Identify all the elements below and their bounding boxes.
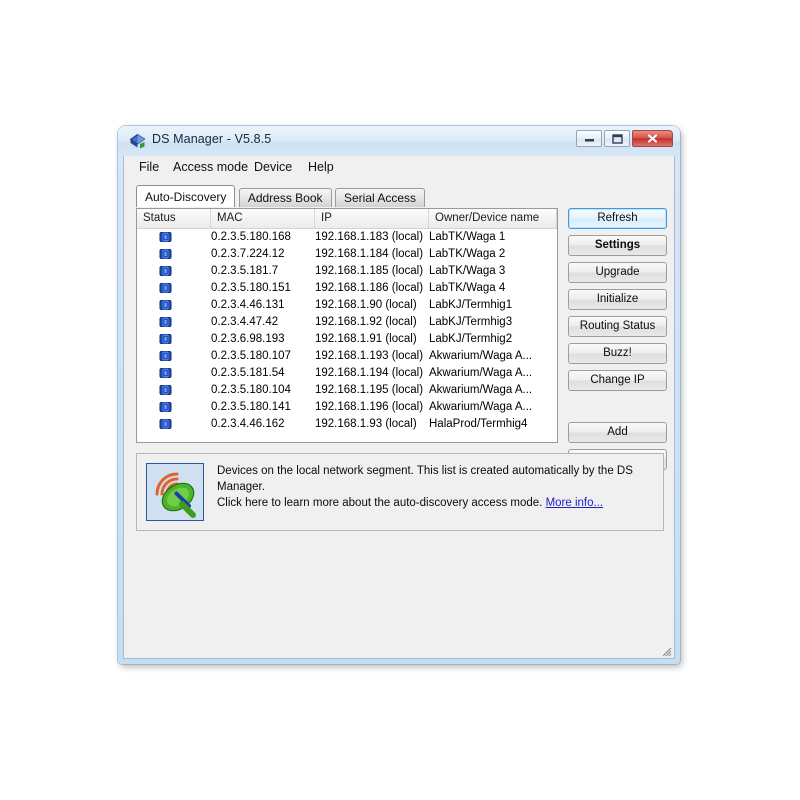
table-row[interactable]: 0.2.3.5.181.54 192.168.1.194 (local) Akwar… bbox=[137, 365, 557, 382]
cell-owner-value: LabTK/Waga 2 bbox=[429, 248, 506, 260]
table-row[interactable]: 0.2.3.5.181.7 192.168.1.185 (local) LabTK/… bbox=[137, 263, 557, 280]
cell-owner-value: Akwarium/Waga A... bbox=[429, 401, 533, 413]
cell-ip-value: 192.168.1.184 (local) bbox=[315, 248, 424, 260]
info-text: Devices on the local network segment. Th… bbox=[217, 463, 653, 511]
cell-ip-value: 192.168.1.195 (local) bbox=[315, 384, 424, 396]
cell-mac-value: 0.2.3.5.180.104 bbox=[211, 384, 291, 396]
column-header-ip[interactable]: IP bbox=[315, 209, 429, 228]
settings-button[interactable]: Settings bbox=[568, 235, 667, 256]
cell-ip-value: 192.168.1.90 (local) bbox=[315, 299, 417, 311]
change-ip-button[interactable]: Change IP bbox=[568, 370, 667, 391]
table-row[interactable]: 0.2.3.4.46.131 192.168.1.90 (local) LabKJ/… bbox=[137, 297, 557, 314]
cell-ip-value: 192.168.1.92 (local) bbox=[315, 316, 417, 328]
menu-bar: File Access mode Device Help bbox=[124, 156, 674, 179]
info-line-2: Click here to learn more about the auto-… bbox=[217, 497, 543, 509]
menu-item-access-mode[interactable]: Access mode bbox=[168, 159, 253, 175]
ds-manager-diamond-icon bbox=[129, 133, 146, 150]
cell-mac-value: 0.2.3.5.180.141 bbox=[211, 401, 291, 413]
cell-mac-value: 0.2.3.5.181.54 bbox=[211, 367, 285, 379]
upgrade-button[interactable]: Upgrade bbox=[568, 262, 667, 283]
menu-item-device[interactable]: Device bbox=[249, 159, 297, 175]
close-button[interactable] bbox=[632, 130, 673, 147]
table-row[interactable]: 0.2.3.5.180.168 192.168.1.183 (local) LabT… bbox=[137, 229, 557, 246]
application-window: DS Manager - V5.8.5 File Access mode Dev… bbox=[118, 126, 680, 664]
list-column-headers: Status MAC IP Owner/Device name bbox=[137, 209, 557, 229]
table-row[interactable]: 0.2.3.5.180.141 192.168.1.196 (local) Akwa… bbox=[137, 399, 557, 416]
cell-mac-value: 0.2.3.4.47.42 bbox=[211, 316, 279, 328]
cell-owner-value: LabTK/Waga 1 bbox=[429, 231, 506, 243]
cell-ip-value: 192.168.1.185 (local) bbox=[315, 265, 424, 277]
tab-strip: Auto-Discovery Address Book Serial Acces… bbox=[136, 185, 426, 208]
table-row[interactable]: 0.2.3.5.180.104 192.168.1.195 (local) Akwa… bbox=[137, 382, 557, 399]
cell-mac-value: 0.2.3.5.180.151 bbox=[211, 282, 291, 294]
cell-ip-value: 192.168.1.194 (local) bbox=[315, 367, 424, 379]
device-list[interactable]: Status MAC IP Owner/Device name 0.2.3.5.… bbox=[136, 208, 558, 443]
cell-ip-value: 192.168.1.183 (local) bbox=[315, 231, 424, 243]
cell-mac-value: 0.2.3.6.98.193 bbox=[211, 333, 285, 345]
maximize-button[interactable] bbox=[604, 130, 630, 147]
buzz-button[interactable]: Buzz! bbox=[568, 343, 667, 364]
cell-mac-value: 0.2.3.7.224.12 bbox=[211, 248, 285, 260]
table-row[interactable]: 0.2.3.5.180.107 192.168.1.193 (local) Akwa… bbox=[137, 348, 557, 365]
device-icon bbox=[159, 418, 172, 435]
initialize-button[interactable]: Initialize bbox=[568, 289, 667, 310]
window-title: DS Manager - V5.8.5 bbox=[152, 132, 272, 146]
cell-owner-value: Akwarium/Waga A... bbox=[429, 350, 533, 362]
title-bar[interactable]: DS Manager - V5.8.5 bbox=[118, 126, 680, 156]
satellite-dish-icon bbox=[146, 463, 204, 521]
table-row[interactable]: 0.2.3.7.224.12 192.168.1.184 (local) LabTK… bbox=[137, 246, 557, 263]
cell-owner-value: Akwarium/Waga A... bbox=[429, 384, 533, 396]
cell-ip-value: 192.168.1.91 (local) bbox=[315, 333, 417, 345]
table-row[interactable]: 0.2.3.5.180.151 192.168.1.186 (local) LabT… bbox=[137, 280, 557, 297]
table-row[interactable]: 0.2.3.6.98.193 192.168.1.91 (local) LabKJ/… bbox=[137, 331, 557, 348]
cell-mac-value: 0.2.3.5.180.168 bbox=[211, 231, 291, 243]
column-header-status[interactable]: Status bbox=[137, 209, 211, 228]
menu-item-help[interactable]: Help bbox=[303, 159, 339, 175]
cell-mac-value: 0.2.3.4.46.162 bbox=[211, 418, 285, 430]
cell-owner-value: HalaProd/Termhig4 bbox=[429, 418, 528, 430]
cell-owner-value: Akwarium/Waga A... bbox=[429, 367, 533, 379]
tab-auto-discovery[interactable]: Auto-Discovery bbox=[136, 185, 236, 207]
cell-owner-value: LabKJ/Termhig2 bbox=[429, 333, 513, 345]
more-info-link[interactable]: More info... bbox=[546, 497, 604, 509]
cell-ip-value: 192.168.1.186 (local) bbox=[315, 282, 424, 294]
minimize-button[interactable] bbox=[576, 130, 602, 147]
cell-mac-value: 0.2.3.5.181.7 bbox=[211, 265, 279, 277]
action-button-panel: Refresh Settings Upgrade Initialize Routing … bbox=[568, 208, 667, 476]
client-area: Auto-Discovery Address Book Serial Acces… bbox=[124, 178, 674, 658]
button-group-spacer bbox=[568, 397, 667, 422]
table-row[interactable]: 0.2.3.4.47.42 192.168.1.92 (local) LabKJ/T… bbox=[137, 314, 557, 331]
tab-address-book[interactable]: Address Book bbox=[238, 188, 332, 207]
column-header-owner[interactable]: Owner/Device name bbox=[429, 209, 557, 228]
cell-owner-value: LabKJ/Termhig1 bbox=[429, 299, 513, 311]
add-button[interactable]: Add bbox=[568, 422, 667, 443]
cell-owner-value: LabTK/Waga 4 bbox=[429, 282, 506, 294]
cell-mac-value: 0.2.3.4.46.131 bbox=[211, 299, 285, 311]
list-rows: 0.2.3.5.180.168 192.168.1.183 (local) LabT… bbox=[137, 229, 557, 433]
menu-item-file[interactable]: File bbox=[134, 159, 164, 175]
cell-mac-value: 0.2.3.5.180.107 bbox=[211, 350, 291, 362]
info-line-1: Devices on the local network segment. Th… bbox=[217, 465, 633, 493]
tab-serial-access[interactable]: Serial Access bbox=[334, 188, 426, 207]
refresh-button[interactable]: Refresh bbox=[568, 208, 667, 229]
cell-ip-value: 192.168.1.193 (local) bbox=[315, 350, 424, 362]
table-row[interactable]: 0.2.3.4.46.162 192.168.1.93 (local) HalaPr… bbox=[137, 416, 557, 433]
column-header-mac[interactable]: MAC bbox=[211, 209, 315, 228]
cell-owner-value: LabTK/Waga 3 bbox=[429, 265, 506, 277]
cell-ip-value: 192.168.1.196 (local) bbox=[315, 401, 424, 413]
info-panel[interactable]: Devices on the local network segment. Th… bbox=[136, 453, 664, 531]
routing-status-button[interactable]: Routing Status bbox=[568, 316, 667, 337]
cell-ip-value: 192.168.1.93 (local) bbox=[315, 418, 417, 430]
resize-grip[interactable] bbox=[660, 644, 672, 657]
cell-owner-value: LabKJ/Termhig3 bbox=[429, 316, 513, 328]
